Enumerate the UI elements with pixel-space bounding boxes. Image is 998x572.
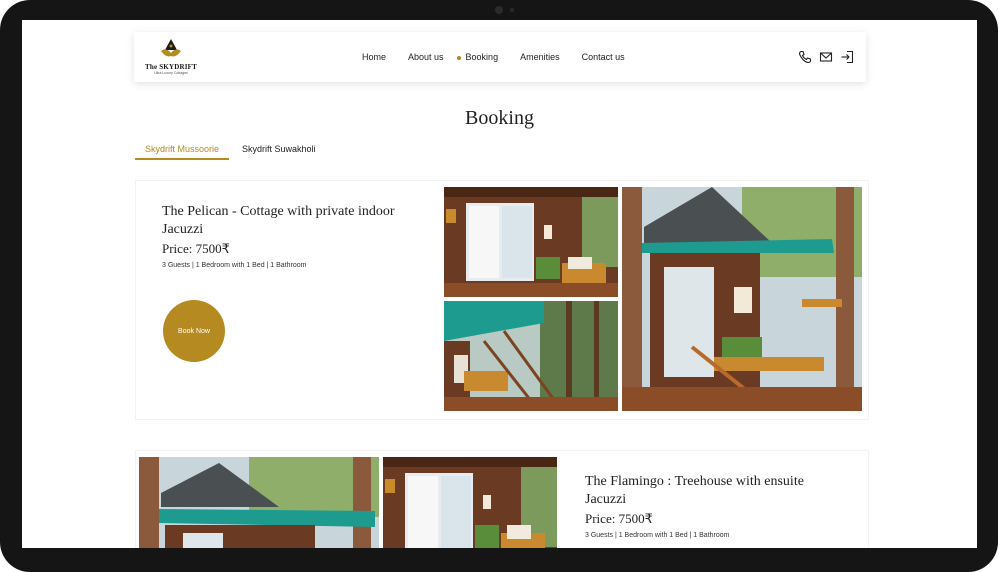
nav-about[interactable]: About us [408,52,444,62]
treehouse-exterior-photo[interactable] [139,457,379,548]
tab-skydrift-mussoorie[interactable]: Skydrift Mussoorie [135,144,230,160]
nav-home[interactable]: Home [362,52,386,62]
tab-skydrift-suwakholi[interactable]: Skydrift Suwakholi [232,144,326,160]
porch-image [444,187,618,297]
treehouse-image [139,457,379,548]
listing-info: The Pelican - Cottage with private indoo… [162,203,412,269]
property-tabs: Skydrift Mussoorie Skydrift Suwakholi [135,144,329,160]
header-actions [791,50,854,64]
cottage-exterior-photo[interactable] [622,187,862,411]
nav-amenities[interactable]: Amenities [520,52,560,62]
listing-card-flamingo: The Flamingo : Treehouse with ensuite Ja… [135,450,869,548]
listing-price: Price: 7500₹ [162,241,230,256]
login-icon[interactable] [840,50,854,64]
mail-icon[interactable] [819,50,833,64]
listing-card-pelican: The Pelican - Cottage with private indoo… [135,180,869,420]
brand-name: The SKYDRIFT [145,63,197,71]
phone-icon[interactable] [798,50,812,64]
nav-contact[interactable]: Contact us [582,52,625,62]
listing-info: The Flamingo : Treehouse with ensuite Ja… [585,473,835,539]
deck-view-photo[interactable] [444,301,618,411]
book-now-button[interactable]: Book Now [163,300,225,362]
screen: The SKYDRIFT Ultra Luxury Cottages Home … [22,20,977,548]
listing-details: 3 Guests | 1 Bedroom with 1 Bed | 1 Bath… [585,532,730,539]
listing-details: 3 Guests | 1 Bedroom with 1 Bed | 1 Bath… [162,262,307,269]
tablet-frame: The SKYDRIFT Ultra Luxury Cottages Home … [0,0,998,572]
listing-title: The Pelican - Cottage with private indoo… [162,204,395,237]
deck-image [444,301,618,411]
cottage-porch-photo[interactable] [444,187,618,297]
sensor-dot [510,8,514,12]
camera-dot [495,6,503,14]
skydrift-logo-icon [161,39,181,57]
site-header: The SKYDRIFT Ultra Luxury Cottages Home … [134,32,866,82]
listing-title: The Flamingo : Treehouse with ensuite Ja… [585,474,804,507]
brand-logo[interactable]: The SKYDRIFT Ultra Luxury Cottages [144,38,198,78]
main-nav: Home About us Booking Amenities Contact … [362,32,647,82]
brand-tagline: Ultra Luxury Cottages [154,71,188,75]
listing-price: Price: 7500₹ [585,511,653,526]
treehouse-porch-photo[interactable] [383,457,557,548]
page-title: Booking [465,107,534,129]
nav-booking[interactable]: Booking [456,52,498,62]
cottage-image [622,187,862,411]
treehouse-porch-image [383,457,557,548]
